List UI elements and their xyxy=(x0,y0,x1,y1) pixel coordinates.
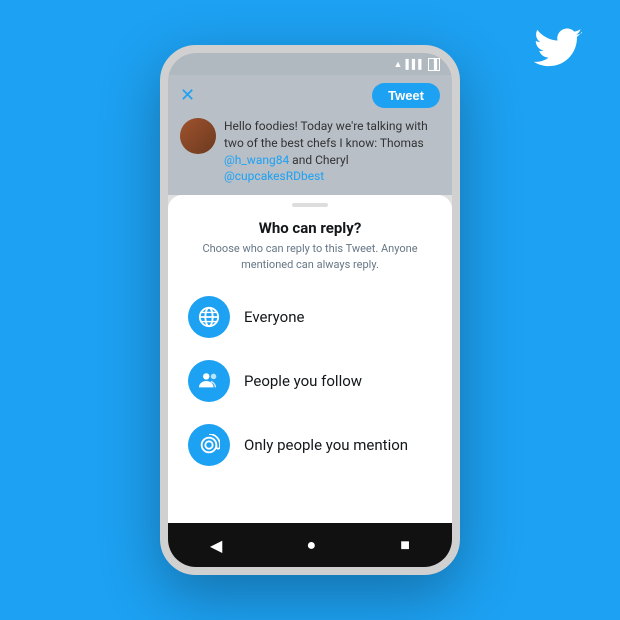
status-bar: ▲ ▌▌▌ ▐ xyxy=(168,53,452,75)
nav-back-button[interactable]: ◀ xyxy=(210,536,222,555)
nav-recents-button[interactable]: ■ xyxy=(400,535,410,555)
sheet-handle xyxy=(292,203,328,207)
signal-icon: ▌▌▌ xyxy=(405,59,424,70)
mention-1[interactable]: @h_wang84 xyxy=(224,153,289,167)
mention-2[interactable]: @cupcakesRDbest xyxy=(224,169,324,183)
wifi-icon: ▲ xyxy=(394,59,403,70)
at-icon xyxy=(188,424,230,466)
compose-header: ✕ Tweet xyxy=(180,83,440,108)
avatar xyxy=(180,118,216,154)
nav-bar: ◀ ● ■ xyxy=(168,523,452,567)
option-follow[interactable]: People you follow xyxy=(184,350,436,412)
who-can-reply-sheet: Who can reply? Choose who can reply to t… xyxy=(168,195,452,523)
status-icons: ▲ ▌▌▌ ▐ xyxy=(394,58,440,71)
option-follow-label: People you follow xyxy=(244,372,362,390)
option-mention[interactable]: Only people you mention xyxy=(184,414,436,476)
tweet-content: Hello foodies! Today we're talking with … xyxy=(180,118,440,185)
people-icon xyxy=(188,360,230,402)
phone-frame: ▲ ▌▌▌ ▐ ✕ Tweet Hello foodies! Today we'… xyxy=(160,45,460,575)
battery-icon: ▐ xyxy=(428,58,440,71)
tweet-text: Hello foodies! Today we're talking with … xyxy=(224,118,440,185)
reply-options-list: Everyone People you follow xyxy=(168,286,452,476)
nav-home-button[interactable]: ● xyxy=(306,535,316,555)
option-mention-label: Only people you mention xyxy=(244,436,408,454)
globe-icon xyxy=(188,296,230,338)
twitter-logo-icon xyxy=(534,28,582,68)
phone-screen: ▲ ▌▌▌ ▐ ✕ Tweet Hello foodies! Today we'… xyxy=(168,53,452,567)
option-everyone[interactable]: Everyone xyxy=(184,286,436,348)
tweet-button[interactable]: Tweet xyxy=(372,83,440,108)
option-everyone-label: Everyone xyxy=(244,308,304,326)
compose-area: ✕ Tweet Hello foodies! Today we're talki… xyxy=(168,75,452,195)
sheet-subtitle: Choose who can reply to this Tweet. Anyo… xyxy=(168,241,452,272)
close-button[interactable]: ✕ xyxy=(180,85,195,106)
sheet-title: Who can reply? xyxy=(168,219,452,237)
